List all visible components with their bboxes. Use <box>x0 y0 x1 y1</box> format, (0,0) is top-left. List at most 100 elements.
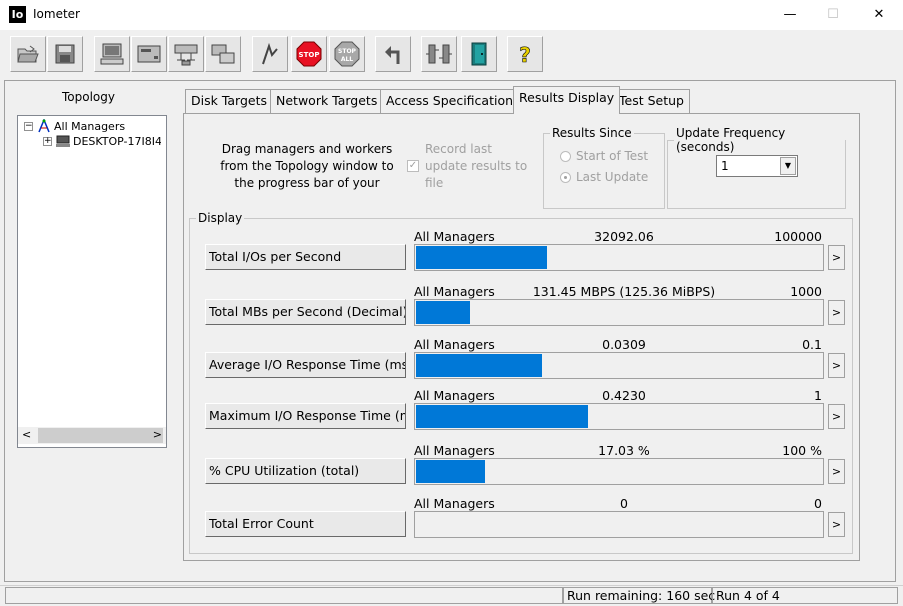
metric-header: All Managers 32092.06 100000 <box>414 229 824 244</box>
new-disk-worker-button[interactable] <box>94 36 130 72</box>
radio-start-of-test[interactable]: Start of Test <box>560 148 648 164</box>
metric-expand-button[interactable]: > <box>828 245 845 270</box>
save-disk-icon <box>55 44 75 64</box>
metric-value: 131.45 MBPS (125.36 MiBPS) <box>532 284 716 299</box>
status-cell-main <box>5 587 563 604</box>
reset-workers-button[interactable] <box>375 36 411 72</box>
metric-max: 0.1 <box>802 337 822 352</box>
network-icon <box>174 44 198 66</box>
metric-button[interactable]: Total I/Os per Second <box>205 244 406 270</box>
start-flag-icon <box>262 42 278 65</box>
drag-instructions: Drag managers and workers from the Topol… <box>220 142 394 190</box>
metric-expand-button[interactable]: > <box>828 300 845 325</box>
open-config-button[interactable] <box>10 36 46 72</box>
app-icon: Io <box>9 6 26 23</box>
close-button[interactable]: ✕ <box>856 0 902 30</box>
metric-button[interactable]: % CPU Utilization (total) <box>205 458 406 484</box>
stop-all-button[interactable]: STOP ALL <box>329 36 365 72</box>
metric-header: All Managers 0.0309 0.1 <box>414 337 824 352</box>
metric-value: 32092.06 <box>594 229 654 244</box>
svg-text:STOP: STOP <box>299 51 320 59</box>
help-question-icon: ? <box>519 43 531 66</box>
metric-max: 100000 <box>774 229 822 244</box>
results-since-legend: Results Since <box>552 126 632 140</box>
computer-icon <box>100 43 124 65</box>
metric-expand-button[interactable]: > <box>828 459 845 484</box>
metric-header: All Managers 0.4230 1 <box>414 388 824 403</box>
metric-progress-bar[interactable] <box>414 403 824 430</box>
stop-sign-icon: STOP <box>296 41 322 67</box>
stop-test-button[interactable]: STOP <box>291 36 327 72</box>
record-last-checkbox[interactable]: ✓ <box>407 160 419 172</box>
tree-label-desktop: DESKTOP-17I8I4L <box>73 134 161 148</box>
metric-value: 0.4230 <box>602 388 646 403</box>
metric-progress-fill <box>416 354 542 377</box>
svg-text:ALL: ALL <box>341 56 353 63</box>
radio-selected-icon[interactable] <box>560 171 571 183</box>
status-time-remaining: Run remaining: 160 sec <box>563 587 715 604</box>
tree-item-all-managers[interactable]: − All Managers <box>24 118 125 134</box>
radio-label: Last Update <box>576 170 649 184</box>
metric-progress-bar[interactable] <box>414 352 824 379</box>
minimize-button[interactable]: — <box>767 0 813 30</box>
new-manager-button[interactable] <box>168 36 204 72</box>
radio-label: Start of Test <box>576 149 649 163</box>
start-tests-button[interactable] <box>252 36 288 72</box>
metric-progress-fill <box>416 301 470 324</box>
tab-test-setup[interactable]: Test Setup <box>613 89 690 113</box>
scrollbar-thumb[interactable] <box>38 428 163 443</box>
manager-computer-icon <box>56 135 70 147</box>
collapse-icon[interactable]: − <box>24 121 33 131</box>
metric-button[interactable]: Total MBs per Second (Decimal) <box>205 299 406 325</box>
expand-icon[interactable]: + <box>43 136 52 146</box>
undo-arrow-icon <box>385 46 400 64</box>
metric-button[interactable]: Average I/O Response Time (ms) <box>205 352 406 378</box>
metric-progress-fill <box>416 405 588 428</box>
window-title: Iometer <box>33 7 80 21</box>
display-legend: Display <box>198 211 243 225</box>
update-frequency-value: 1 <box>721 159 729 173</box>
metric-expand-button[interactable]: > <box>828 353 845 378</box>
radio-last-update[interactable]: Last Update <box>560 169 648 185</box>
exit-button[interactable] <box>461 36 497 72</box>
save-config-button[interactable] <box>47 36 83 72</box>
metric-progress-bar[interactable] <box>414 458 824 485</box>
disconnect-managers-button[interactable] <box>421 36 457 72</box>
new-network-worker-button[interactable] <box>131 36 167 72</box>
metric-button[interactable]: Total Error Count <box>205 511 406 537</box>
scroll-right-icon[interactable]: > <box>153 428 162 441</box>
results-since-group: Results Since <box>543 126 665 209</box>
duplicate-worker-button[interactable] <box>205 36 241 72</box>
svg-text:?: ? <box>519 43 531 66</box>
about-button[interactable]: ? <box>507 36 543 72</box>
maximize-button[interactable]: ☐ <box>810 0 856 30</box>
metric-button[interactable]: Maximum I/O Response Time (ms) <box>205 403 406 429</box>
dropdown-arrow-icon[interactable]: ▼ <box>780 157 796 175</box>
metric-expand-button[interactable]: > <box>828 404 845 429</box>
metric-max: 1000 <box>790 284 822 299</box>
metric-expand-button[interactable]: > <box>828 512 845 537</box>
tab-results-display[interactable]: Results Display <box>513 86 621 114</box>
all-managers-icon <box>38 119 50 133</box>
topology-tree[interactable] <box>17 115 167 448</box>
update-frequency-select[interactable]: 1 ▼ <box>716 155 798 177</box>
tree-item-desktop[interactable]: + DESKTOP-17I8I4L <box>43 133 161 149</box>
tab-network-targets[interactable]: Network Targets <box>270 89 384 113</box>
metric-value: 0.0309 <box>602 337 646 352</box>
topology-title: Topology <box>62 90 115 104</box>
metric-max: 100 % <box>782 443 822 458</box>
tab-access-specifications[interactable]: Access Specifications <box>380 89 526 113</box>
radio-circle-icon[interactable] <box>560 150 571 162</box>
svg-text:STOP: STOP <box>338 48 357 55</box>
topology-scrollbar[interactable]: < > <box>18 427 166 444</box>
duplicate-icon <box>211 44 235 64</box>
metric-progress-bar[interactable] <box>414 299 824 326</box>
disconnect-icon <box>426 44 452 64</box>
metric-progress-bar[interactable] <box>414 244 824 271</box>
update-frequency-legend: Update Frequency (seconds) <box>676 126 786 154</box>
metric-progress-fill <box>416 460 485 483</box>
tab-disk-targets[interactable]: Disk Targets <box>185 89 274 113</box>
metric-progress-bar[interactable] <box>414 511 824 538</box>
metric-header: All Managers 0 0 <box>414 496 824 511</box>
scroll-left-icon[interactable]: < <box>22 428 31 441</box>
